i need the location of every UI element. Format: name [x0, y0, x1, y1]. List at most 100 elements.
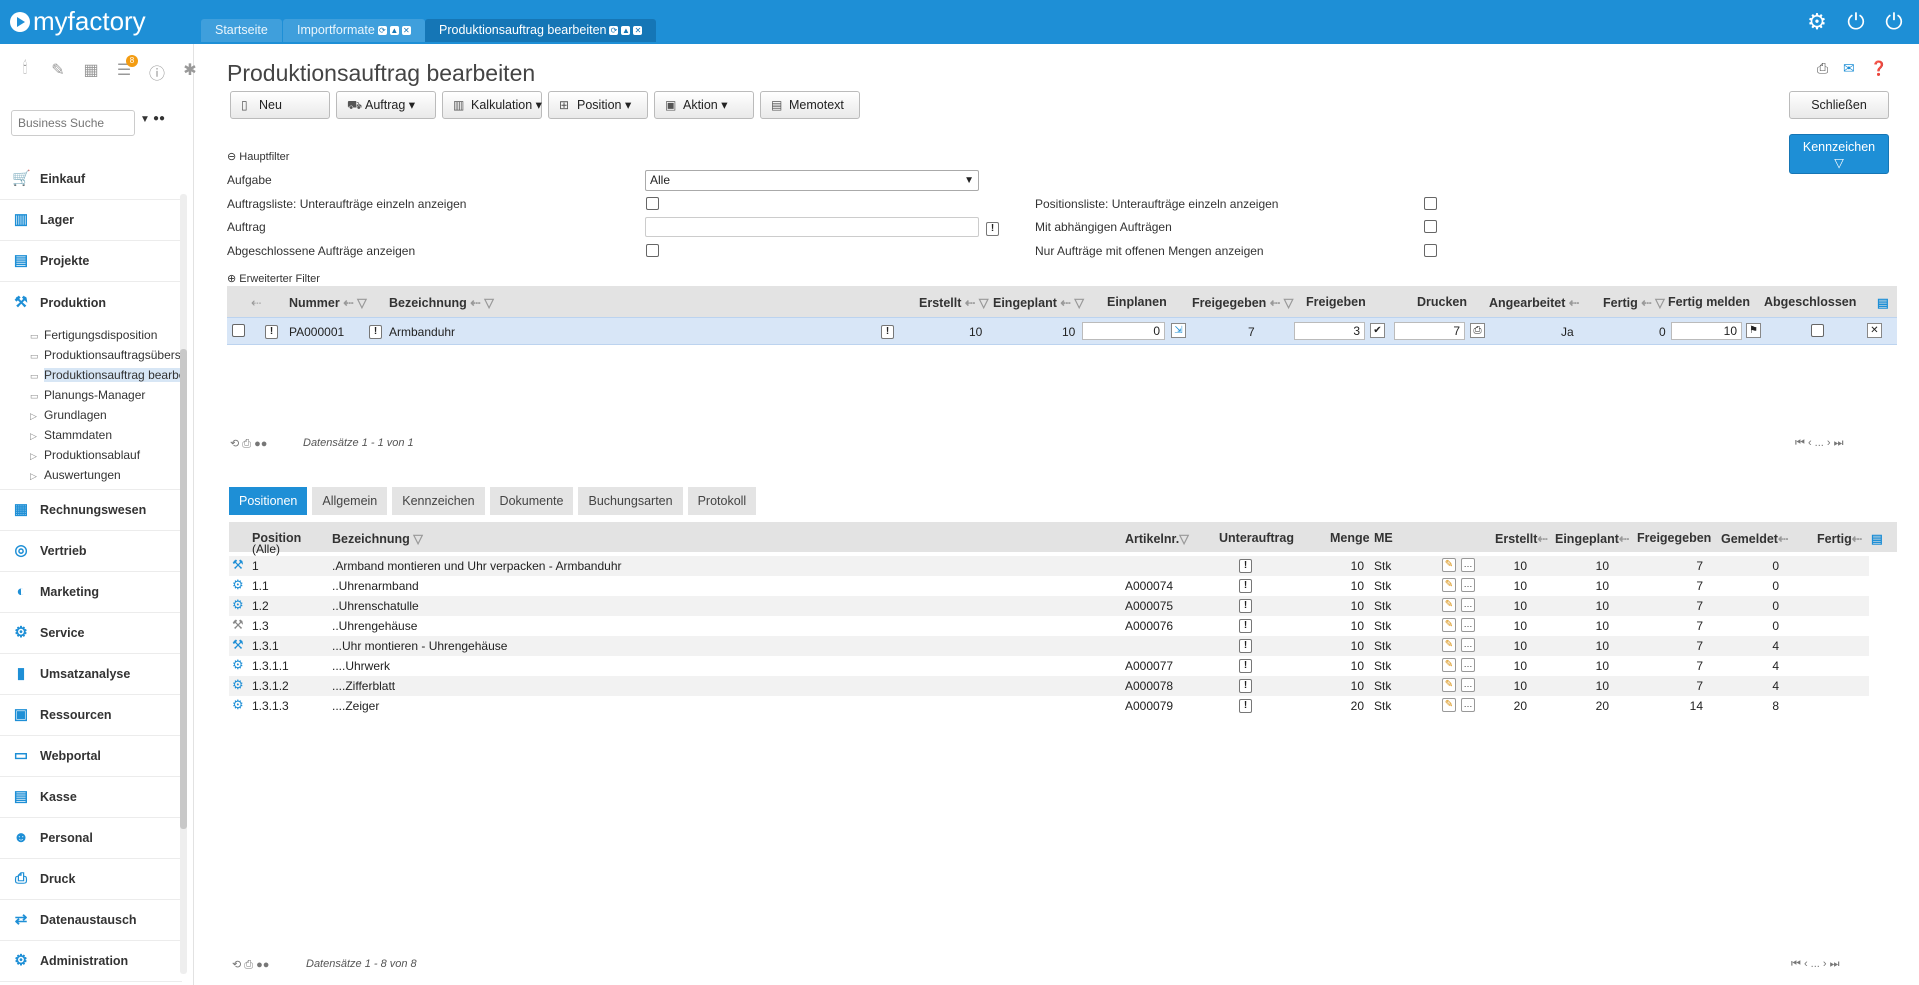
schliessen-button[interactable]: Schließen: [1789, 91, 1889, 119]
search-options-icon[interactable]: ●●: [153, 113, 165, 124]
tab-positionen[interactable]: Positionen: [229, 487, 308, 515]
col-bezeichnung[interactable]: Bezeichnung ▽: [332, 531, 423, 546]
submenu-grundlagen[interactable]: ▷ Grundlagen: [0, 405, 182, 425]
more-dots-icon[interactable]: …: [1461, 678, 1475, 692]
edit-pencil-icon[interactable]: ✎: [1442, 618, 1456, 632]
submenu-produktionsauftragsuebersicht[interactable]: ▭ Produktionsauftragsübers: [0, 345, 182, 365]
eraser-icon[interactable]: ✎: [47, 60, 69, 84]
table-row[interactable]: ⚙ 1.3.1.2 ....Zifferblatt A000078 ! 10 S…: [229, 676, 1869, 696]
table-row[interactable]: ⚒ 1 .Armband montieren und Uhr verpacken…: [229, 556, 1869, 576]
app-logo[interactable]: myfactory: [10, 6, 146, 37]
positionsliste-checkbox[interactable]: [1424, 197, 1437, 210]
settings-gear-icon[interactable]: ⚙: [1805, 11, 1829, 33]
auftrag-input[interactable]: [645, 217, 979, 237]
col-freigegeben[interactable]: Freigegeben: [1637, 531, 1711, 545]
more-dots-icon[interactable]: …: [1461, 638, 1475, 652]
module-datenaustausch[interactable]: ⇄ Datenaustausch: [0, 900, 182, 941]
abhaengig-checkbox[interactable]: [1424, 220, 1437, 233]
module-umsatzanalyse[interactable]: ▮ Umsatzanalyse: [0, 654, 182, 695]
submenu-produktionsauftrag-bearbeiten[interactable]: ▭ Produktionsauftrag bearbe: [0, 365, 182, 385]
submenu-produktionsablauf[interactable]: ▷ Produktionsablauf: [0, 445, 182, 465]
unterauftrag-info-button[interactable]: !: [1239, 657, 1252, 673]
col-nummer[interactable]: Nummer ⇠ ▽: [289, 295, 367, 310]
tab-importformate[interactable]: Importformate ⟳ ▲ ✕: [283, 19, 425, 42]
col-einplanen[interactable]: Einplanen: [1107, 295, 1167, 309]
orders-pagination[interactable]: ⏮ ‹ ... › ⏭: [1795, 437, 1844, 450]
module-marketing[interactable]: ◐ Marketing: [0, 572, 182, 613]
edit-pencil-icon[interactable]: ✎: [1442, 578, 1456, 592]
col-artikelnr[interactable]: Artikelnr.▽: [1125, 531, 1189, 546]
more-dots-icon[interactable]: …: [1461, 698, 1475, 712]
more-dots-icon[interactable]: …: [1461, 558, 1475, 572]
tab-dokumente[interactable]: Dokumente: [489, 487, 574, 515]
col-gemeldet[interactable]: Gemeldet⇠: [1721, 531, 1788, 546]
column-settings-icon[interactable]: ▤: [1871, 531, 1883, 546]
tasks-icon[interactable]: ☰ 8: [113, 55, 138, 84]
refresh-icon[interactable]: ⟳: [609, 26, 619, 36]
module-projekte[interactable]: ▤ Projekte: [0, 241, 182, 282]
auftrag-lookup-button[interactable]: !: [986, 219, 999, 236]
auftrag-button[interactable]: ⛟ Auftrag ▾: [336, 91, 436, 119]
edit-pencil-icon[interactable]: ✎: [1442, 558, 1456, 572]
table-row[interactable]: ⚒ 1.3.1 ...Uhr montieren - Uhrengehäuse …: [229, 636, 1869, 656]
table-row[interactable]: ⚙ 1.1 ..Uhrenarmband A000074 ! 10 Stk ✎ …: [229, 576, 1869, 596]
col-fertig[interactable]: Fertig ⇠ ▽: [1603, 295, 1665, 310]
module-einkauf[interactable]: 🛒 Einkauf: [0, 159, 182, 200]
row-select-checkbox[interactable]: [232, 324, 245, 337]
tab-allgemein[interactable]: Allgemein: [312, 487, 388, 515]
einplanen-input[interactable]: 0: [1082, 322, 1165, 340]
module-lager[interactable]: ▥ Lager: [0, 200, 182, 241]
table-row[interactable]: ⚙ 1.3.1.1 ....Uhrwerk A000077 ! 10 Stk ✎…: [229, 656, 1869, 676]
fertig-melden-input[interactable]: 10: [1671, 322, 1742, 340]
power-icon[interactable]: ⏻: [1844, 11, 1868, 33]
table-row[interactable]: ⚒ 1.3 ..Uhrengehäuse A000076 ! 10 Stk ✎ …: [229, 616, 1869, 636]
aufgabe-select[interactable]: Alle ▼: [645, 170, 979, 191]
delete-icon[interactable]: ✕: [1867, 323, 1882, 338]
more-dots-icon[interactable]: …: [1461, 618, 1475, 632]
module-rechnungswesen[interactable]: ▦ Rechnungswesen: [0, 490, 182, 531]
neu-button[interactable]: ▯ Neu: [230, 91, 330, 119]
unterauftrag-info-button[interactable]: !: [1239, 577, 1252, 593]
print-icon[interactable]: ⎙: [1817, 60, 1828, 77]
edit-pencil-icon[interactable]: ✎: [1442, 638, 1456, 652]
position-button[interactable]: ⊞ Position ▾: [548, 91, 648, 119]
aktion-button[interactable]: ▣ Aktion ▾: [654, 91, 754, 119]
table-row[interactable]: ⚙ 1.2 ..Uhrenschatulle A000075 ! 10 Stk …: [229, 596, 1869, 616]
more-dots-icon[interactable]: …: [1461, 578, 1475, 592]
module-ressourcen[interactable]: ▣ Ressourcen: [0, 695, 182, 736]
module-druck[interactable]: ⎙ Druck: [0, 859, 182, 900]
tab-startseite[interactable]: Startseite: [201, 19, 282, 42]
table-row[interactable]: ⚙ 1.3.1.3 ....Zeiger A000079 ! 20 Stk ✎ …: [229, 696, 1869, 716]
pin-icon[interactable]: ▲: [621, 26, 631, 36]
refresh-icon[interactable]: ⟳: [377, 26, 387, 36]
edit-pencil-icon[interactable]: ✎: [1442, 598, 1456, 612]
kennzeichen-button[interactable]: Kennzeichen ▽: [1789, 134, 1889, 174]
offene-mengen-checkbox[interactable]: [1424, 244, 1437, 257]
col-unterauftrag[interactable]: Unterauftrag: [1219, 531, 1294, 545]
filter-alle[interactable]: (Alle): [252, 542, 280, 556]
submenu-stammdaten[interactable]: ▷ Stammdaten: [0, 425, 182, 445]
close-icon[interactable]: ✕: [401, 26, 411, 36]
submenu-planungs-manager[interactable]: ▭ Planungs-Manager: [0, 385, 182, 405]
unterauftrag-info-button[interactable]: !: [1239, 637, 1252, 653]
hauptfilter-toggle[interactable]: ⊖ Hauptfilter: [227, 150, 289, 163]
module-kasse[interactable]: ▤ Kasse: [0, 777, 182, 818]
drucken-input[interactable]: 7: [1394, 322, 1465, 340]
column-settings-icon[interactable]: ▤: [1877, 295, 1889, 310]
module-personal[interactable]: ☻ Personal: [0, 818, 182, 859]
close-icon[interactable]: ✕: [633, 26, 643, 36]
module-produktion[interactable]: ⚒ Produktion: [0, 282, 182, 323]
col-menge[interactable]: Menge: [1330, 531, 1370, 545]
help-icon[interactable]: ❓: [1870, 60, 1887, 77]
sidebar-scrollbar[interactable]: [180, 194, 187, 974]
edit-pencil-icon[interactable]: ✎: [1442, 698, 1456, 712]
drucken-print-icon[interactable]: ⎙: [1470, 323, 1485, 338]
auftragsliste-checkbox[interactable]: [646, 197, 659, 210]
col-me[interactable]: ME: [1374, 531, 1393, 545]
orders-grid-row[interactable]: ! PA000001 ! Armbanduhr ! 10 10 0 ⇲ 7 3 …: [227, 317, 1897, 345]
more-dots-icon[interactable]: …: [1461, 598, 1475, 612]
abgeschlossene-checkbox[interactable]: [646, 244, 659, 257]
sidebar-scroll-thumb[interactable]: [180, 349, 187, 829]
freigeben-check-icon[interactable]: ✔: [1370, 323, 1385, 338]
row-info-button[interactable]: !: [265, 323, 278, 339]
